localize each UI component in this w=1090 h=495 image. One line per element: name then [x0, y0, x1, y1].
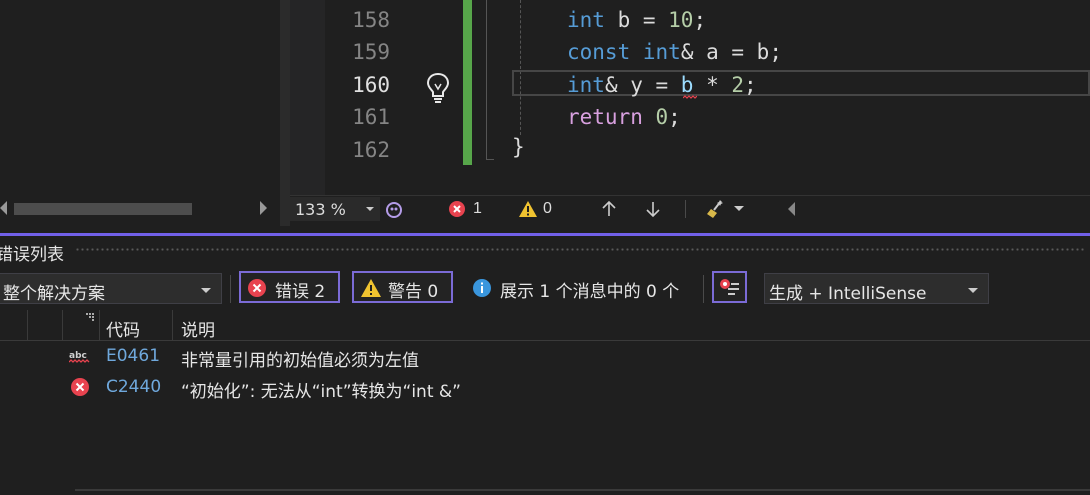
editor-status-bar — [290, 195, 1090, 227]
chevron-down-icon[interactable] — [734, 206, 744, 211]
code-text: ; — [744, 73, 757, 97]
warning-icon[interactable] — [518, 200, 538, 218]
column-divider — [62, 310, 63, 340]
number-literal: 2 — [731, 73, 745, 97]
keyword: int — [567, 73, 605, 97]
closing-brace: } — [512, 135, 525, 159]
code-text: ; — [668, 105, 681, 129]
header-divider — [0, 340, 1090, 341]
keyword: return — [567, 105, 643, 129]
line-number: 161 — [352, 105, 390, 129]
warnings-filter-label: 警告 0 — [388, 282, 439, 302]
error-code[interactable]: E0461 — [106, 346, 160, 366]
left-editor-pane — [0, 0, 280, 226]
line-number-current: 160 — [352, 73, 390, 97]
divider — [685, 200, 686, 218]
code-text: b = — [604, 8, 669, 32]
scope-dropdown[interactable]: 整个解决方案 — [0, 273, 222, 304]
warnings-filter-button[interactable]: 警告 0 — [352, 271, 453, 303]
column-divider — [172, 310, 173, 340]
errors-filter-button[interactable]: 错误 2 — [239, 271, 340, 303]
zoom-dropdown[interactable]: 133 % — [290, 197, 380, 221]
errors-filter-label: 错误 2 — [275, 282, 326, 302]
table-row[interactable] — [0, 374, 1090, 402]
code-text: & y = — [604, 73, 681, 97]
panel-title: 错误列表 — [0, 245, 64, 265]
source-filter-dropdown[interactable]: 生成 + IntelliSense — [764, 273, 989, 304]
error-description: 非常量引用的初始值必须为左值 — [181, 351, 419, 371]
arrow-down-icon[interactable] — [644, 200, 662, 218]
build-filter-toggle[interactable] — [712, 271, 747, 303]
spelling-abc-icon: abc — [69, 351, 90, 363]
filter-error-icon — [720, 279, 739, 295]
keyword: int — [642, 40, 681, 64]
divider — [230, 275, 231, 303]
pane-splitter[interactable] — [280, 0, 290, 226]
horizontal-scrollbar[interactable] — [0, 197, 280, 221]
error-count[interactable]: 1 — [473, 200, 482, 218]
column-header-description[interactable]: 说明 — [181, 316, 215, 341]
info-icon — [473, 279, 491, 297]
outline-fold-line — [486, 0, 487, 160]
change-indicator-bar — [463, 0, 472, 165]
error-description: “初始化”: 无法从“int”转换为“int &” — [181, 382, 461, 402]
scroll-left-icon[interactable] — [0, 201, 7, 215]
error-icon[interactable] — [448, 200, 466, 218]
line-number: 159 — [352, 40, 390, 64]
code-line-159[interactable]: const int& a = b; — [567, 40, 782, 64]
error-squiggle — [683, 95, 697, 99]
lightbulb-icon[interactable] — [425, 72, 451, 104]
column-divider — [27, 310, 28, 340]
error-code[interactable]: C2440 — [106, 377, 161, 397]
table-row[interactable] — [0, 343, 1090, 371]
panel-grip[interactable] — [75, 247, 1085, 253]
code-line-161[interactable]: return 0; — [567, 105, 681, 129]
code-text: & a = b; — [680, 40, 782, 64]
error-icon — [248, 279, 266, 297]
keyword: int — [567, 8, 605, 32]
warning-count[interactable]: 0 — [543, 200, 552, 218]
source-filter-value: 生成 + IntelliSense — [769, 284, 927, 304]
chevron-down-icon — [968, 288, 978, 293]
scrollbar-thumb[interactable] — [14, 203, 192, 215]
line-number: 158 — [352, 8, 390, 32]
code-line-158[interactable]: int b = 10; — [567, 8, 706, 32]
outline-fold-end — [486, 159, 494, 160]
indent-guide — [520, 0, 521, 135]
scroll-left-icon[interactable] — [788, 202, 795, 216]
messages-filter-label: 展示 1 个消息中的 0 个 — [500, 282, 680, 302]
number-literal: 0 — [655, 105, 669, 129]
code-text: ; — [693, 8, 707, 32]
column-header-code[interactable]: 代码 — [106, 316, 140, 341]
zoom-level: 133 % — [295, 200, 346, 219]
divider — [703, 275, 704, 303]
scroll-right-icon[interactable] — [260, 201, 267, 215]
error-variable: b — [680, 73, 694, 97]
messages-filter-button[interactable]: 展示 1 个消息中的 0 个 — [462, 272, 698, 304]
horizontal-scrollbar[interactable] — [75, 489, 1090, 491]
code-cleanup-broom-icon[interactable] — [705, 198, 727, 220]
sort-filter-icon[interactable] — [84, 312, 96, 322]
chevron-down-icon — [366, 207, 374, 211]
code-line-160[interactable]: int& y = b * 2; — [567, 73, 757, 97]
keyword: const — [567, 40, 631, 64]
chevron-down-icon — [201, 288, 211, 293]
column-divider — [99, 310, 100, 340]
code-line-162[interactable]: } — [512, 135, 525, 159]
error-icon — [71, 378, 89, 396]
glyph-margin — [290, 0, 325, 195]
arrow-up-icon[interactable] — [600, 200, 618, 218]
code-text: * — [693, 73, 732, 97]
warning-icon — [361, 279, 381, 297]
line-number: 162 — [352, 138, 390, 162]
copilot-icon[interactable] — [384, 200, 404, 220]
number-literal: 10 — [668, 8, 694, 32]
scope-value: 整个解决方案 — [3, 284, 105, 304]
svg-text:abc: abc — [69, 351, 87, 361]
